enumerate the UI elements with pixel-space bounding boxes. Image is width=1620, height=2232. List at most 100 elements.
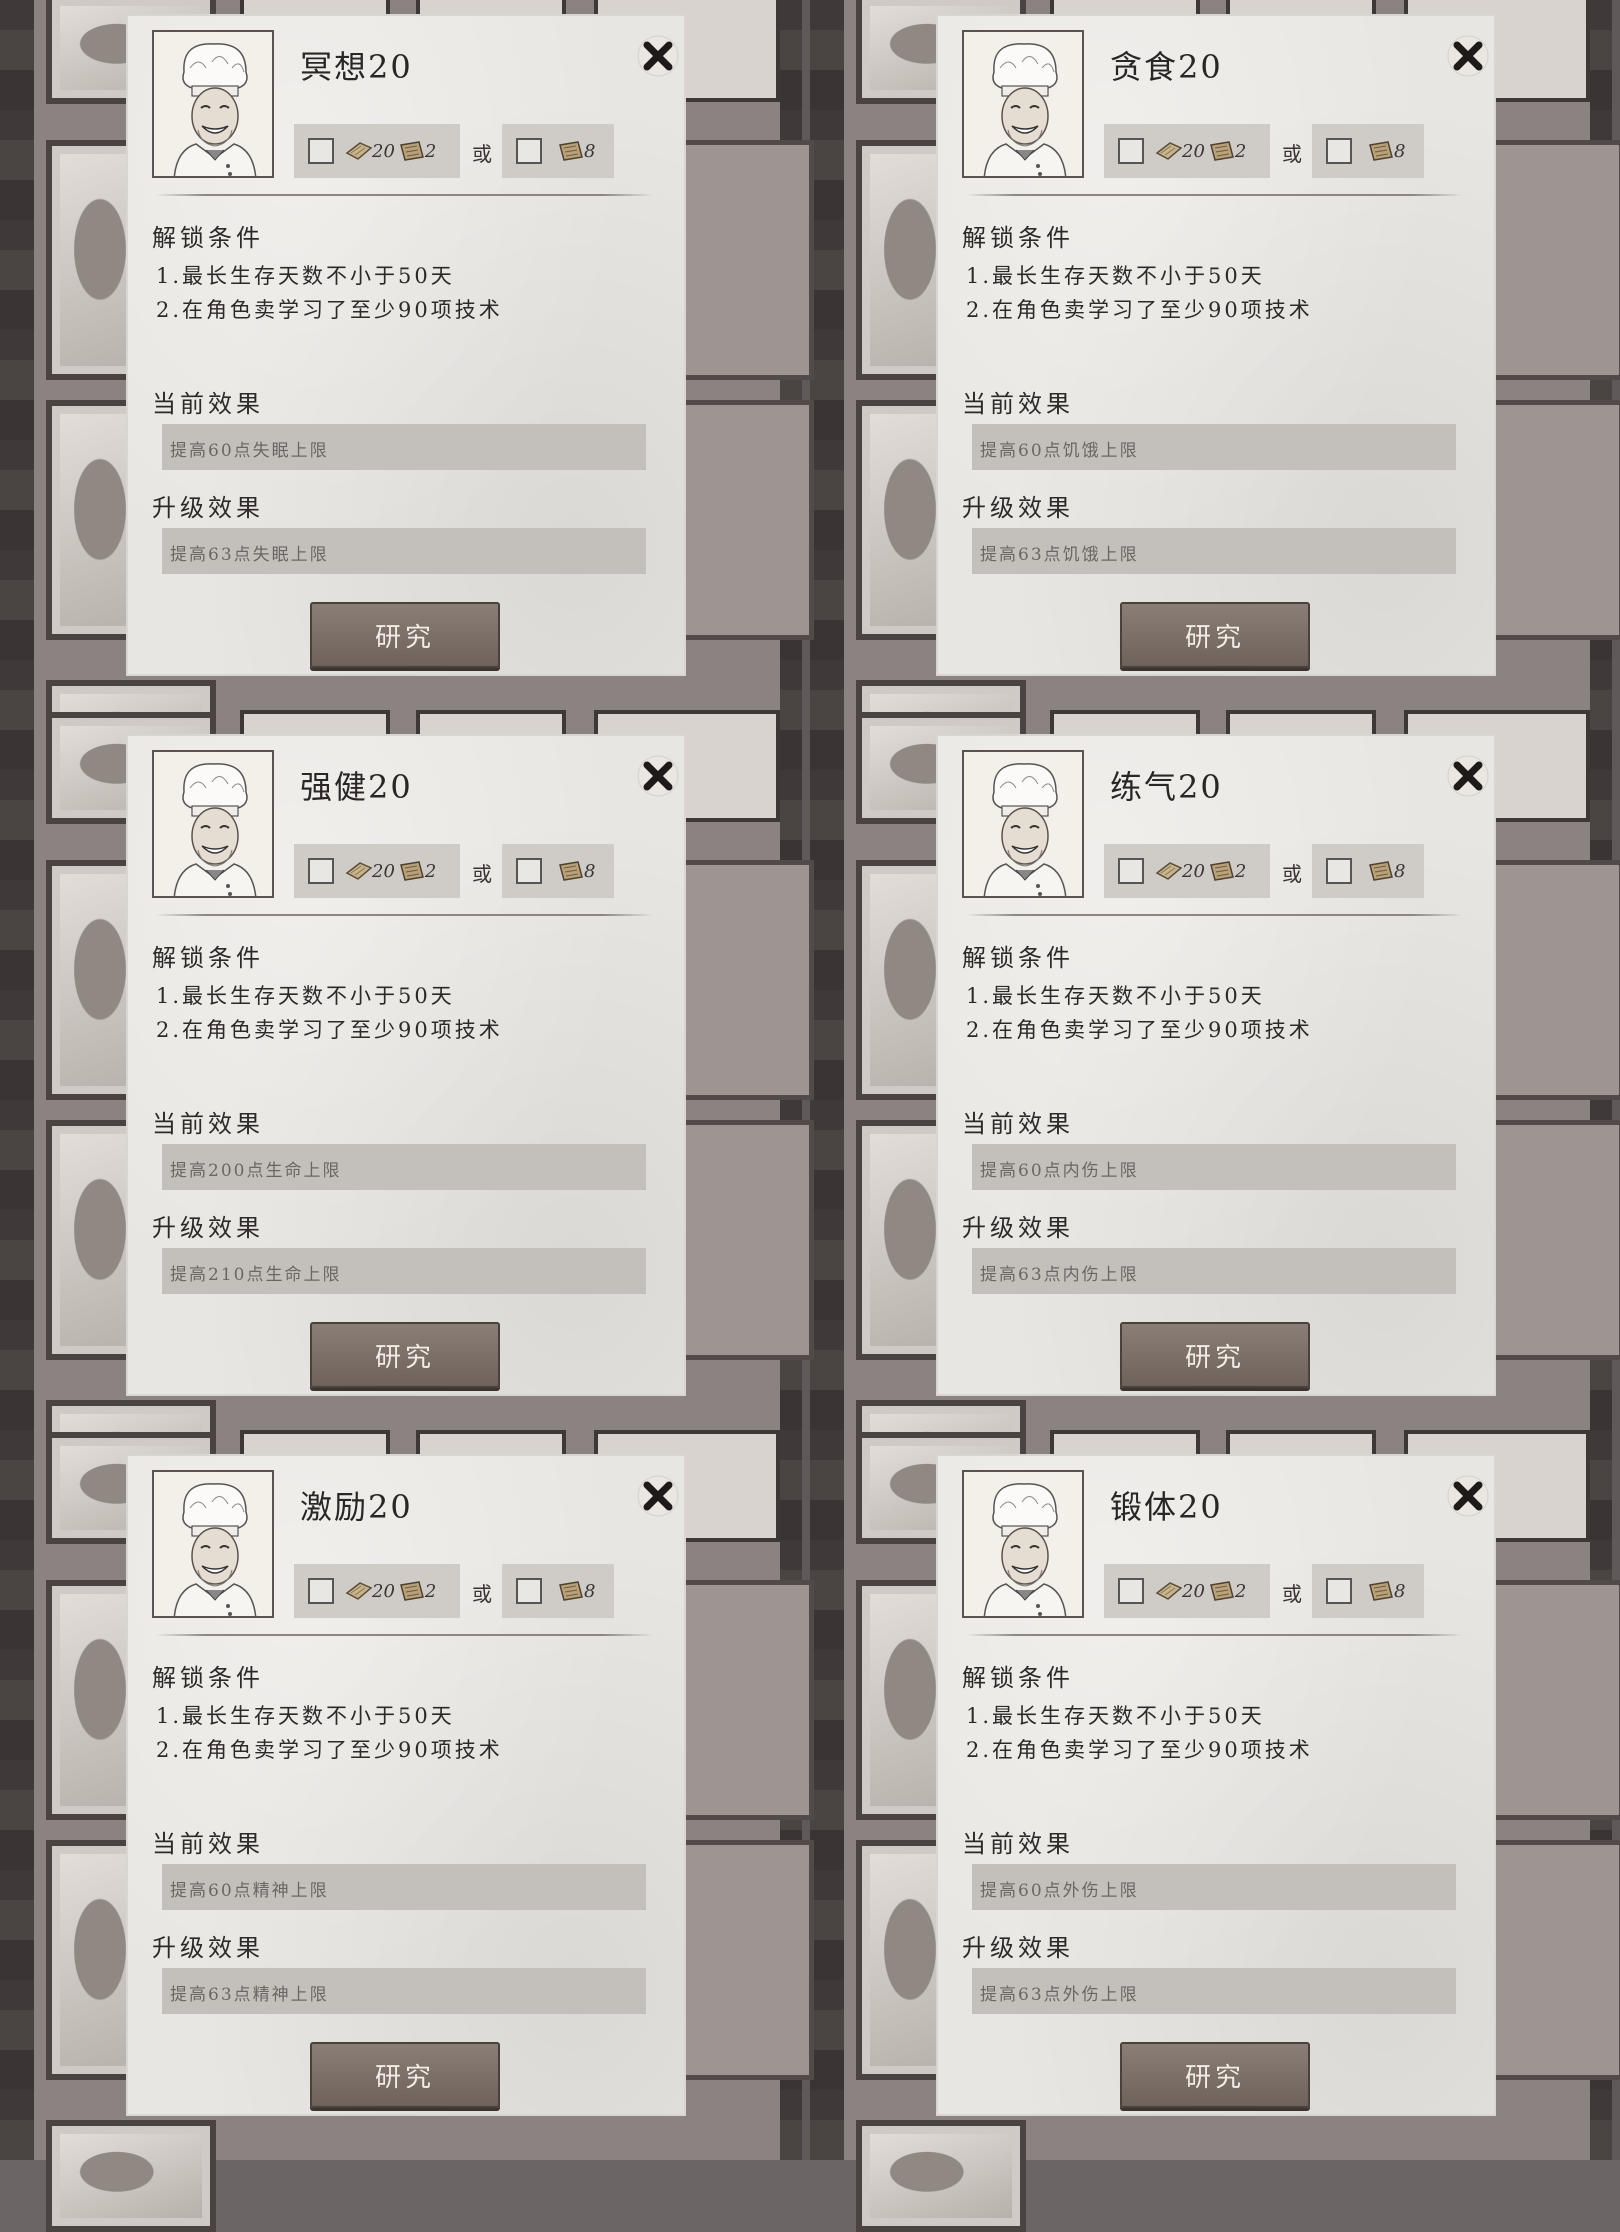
divider	[156, 1634, 652, 1636]
current-effect-label: 当前效果	[152, 1830, 264, 1858]
cost-option-checkbox[interactable]	[308, 858, 334, 884]
cost-option-checkbox[interactable]	[516, 1578, 542, 1604]
upgrade-effect-label: 升级效果	[962, 1934, 1074, 1962]
cost-option-checkbox[interactable]	[1118, 138, 1144, 164]
scroll-icon	[1369, 1581, 1393, 1601]
research-button[interactable]: 研究	[1120, 1322, 1310, 1388]
wood-plank-icon	[1155, 1582, 1183, 1600]
unlock-condition: 2.在角色卖学习了至少90项技术	[156, 1018, 503, 1042]
chef-portrait	[152, 1470, 274, 1618]
cost-quantity: 20	[372, 140, 395, 162]
divider	[966, 1634, 1462, 1636]
cost-option-scroll: 8	[1312, 844, 1424, 898]
scroll-icon	[1209, 1581, 1234, 1601]
research-button[interactable]: 研究	[1120, 2042, 1310, 2108]
cost-option-checkbox[interactable]	[1118, 858, 1144, 884]
chef-portrait	[962, 1470, 1084, 1618]
cost-option-checkbox[interactable]	[1326, 138, 1352, 164]
background-slot	[664, 860, 814, 1100]
or-label: 或	[472, 862, 492, 886]
cost-option-materials: 20 2	[1104, 1564, 1270, 1618]
cost-option-scroll: 8	[1312, 1564, 1424, 1618]
skill-title: 练气20	[1110, 768, 1223, 806]
scroll-icon	[559, 141, 583, 161]
skill-research-panel-5: 激励20 20 2 或 8 解锁条件 1.最长生存天数不小于50天 2.在角色卖…	[126, 1454, 686, 2116]
skill-research-panel-2: 贪食20 20 2 或 8 解锁条件 1.最长生存天数不小于50天 2.在角色卖…	[936, 14, 1496, 676]
research-button[interactable]: 研究	[310, 1322, 500, 1388]
scroll-icon	[1209, 861, 1234, 881]
divider	[156, 914, 652, 916]
current-effect-label: 当前效果	[962, 1110, 1074, 1138]
cost-option-checkbox[interactable]	[1326, 858, 1352, 884]
scroll-icon	[1369, 141, 1393, 161]
cost-quantity: 20	[372, 860, 395, 882]
cost-quantity: 2	[1234, 860, 1247, 882]
cost-option-checkbox[interactable]	[308, 1578, 334, 1604]
close-icon[interactable]	[636, 754, 680, 798]
unlock-condition: 2.在角色卖学习了至少90项技术	[966, 1018, 1313, 1042]
or-label: 或	[1282, 1582, 1302, 1606]
research-button-label: 研究	[374, 1342, 435, 1373]
close-icon[interactable]	[1446, 754, 1490, 798]
upgrade-effect-label: 升级效果	[152, 1934, 264, 1962]
or-label: 或	[472, 1582, 492, 1606]
scroll-icon	[1209, 141, 1234, 161]
cost-option-materials: 20 2	[294, 124, 460, 178]
current-effect-bar: 提高60点外伤上限	[972, 1864, 1456, 1910]
chef-portrait	[152, 750, 274, 898]
cost-option-checkbox[interactable]	[516, 138, 542, 164]
upgrade-effect-text: 提高63点饥饿上限	[980, 545, 1139, 565]
cost-quantity: 8	[1394, 1580, 1406, 1602]
close-icon[interactable]	[1446, 34, 1490, 78]
or-label: 或	[472, 142, 492, 166]
unlock-condition: 2.在角色卖学习了至少90项技术	[156, 1738, 503, 1762]
cost-quantity: 20	[1182, 860, 1205, 882]
cost-option-checkbox[interactable]	[308, 138, 334, 164]
cost-quantity: 2	[424, 860, 437, 882]
current-effect-text: 提高60点饥饿上限	[980, 441, 1139, 461]
scroll-icon	[559, 1581, 583, 1601]
close-icon[interactable]	[636, 1474, 680, 1518]
wood-plank-icon	[345, 862, 373, 880]
unlock-conditions-label: 解锁条件	[962, 224, 1074, 252]
unlock-condition: 1.最长生存天数不小于50天	[156, 1704, 455, 1728]
cost-option-checkbox[interactable]	[516, 858, 542, 884]
skill-title: 激励20	[300, 1488, 413, 1526]
cost-option-materials: 20 2	[1104, 124, 1270, 178]
research-button-label: 研究	[374, 2062, 435, 2093]
cost-option-checkbox[interactable]	[1326, 1578, 1352, 1604]
current-effect-label: 当前效果	[152, 1110, 264, 1138]
or-label: 或	[1282, 862, 1302, 886]
skill-title: 冥想20	[300, 48, 413, 86]
current-effect-text: 提高60点失眠上限	[170, 441, 329, 461]
research-button-label: 研究	[374, 622, 435, 653]
research-button-label: 研究	[1184, 1342, 1245, 1373]
chef-portrait	[152, 30, 274, 178]
skill-research-panel-6: 锻体20 20 2 或 8 解锁条件 1.最长生存天数不小于50天 2.在角色卖…	[936, 1454, 1496, 2116]
background-slot	[664, 1580, 814, 1820]
close-icon[interactable]	[1446, 1474, 1490, 1518]
research-button[interactable]: 研究	[310, 2042, 500, 2108]
upgrade-effect-label: 升级效果	[962, 494, 1074, 522]
upgrade-effect-bar: 提高63点失眠上限	[162, 528, 646, 574]
background-border	[0, 0, 36, 2160]
research-button[interactable]: 研究	[310, 602, 500, 668]
current-effect-text: 提高60点外伤上限	[980, 1881, 1139, 1901]
cost-quantity: 8	[1394, 860, 1406, 882]
unlock-condition: 1.最长生存天数不小于50天	[966, 264, 1265, 288]
unlock-condition: 1.最长生存天数不小于50天	[966, 1704, 1265, 1728]
close-icon[interactable]	[636, 34, 680, 78]
skill-research-panel-4: 练气20 20 2 或 8 解锁条件 1.最长生存天数不小于50天 2.在角色卖…	[936, 734, 1496, 1396]
current-effect-label: 当前效果	[962, 1830, 1074, 1858]
cost-option-scroll: 8	[502, 124, 614, 178]
research-button[interactable]: 研究	[1120, 602, 1310, 668]
scroll-icon	[399, 1581, 424, 1601]
cost-quantity: 20	[1182, 1580, 1205, 1602]
background-character-card	[46, 2120, 216, 2232]
background-border	[810, 0, 846, 2160]
cost-option-checkbox[interactable]	[1118, 1578, 1144, 1604]
unlock-condition: 1.最长生存天数不小于50天	[966, 984, 1265, 1008]
cost-option-materials: 20 2	[1104, 844, 1270, 898]
cost-option-scroll: 8	[502, 1564, 614, 1618]
current-effect-bar: 提高60点精神上限	[162, 1864, 646, 1910]
